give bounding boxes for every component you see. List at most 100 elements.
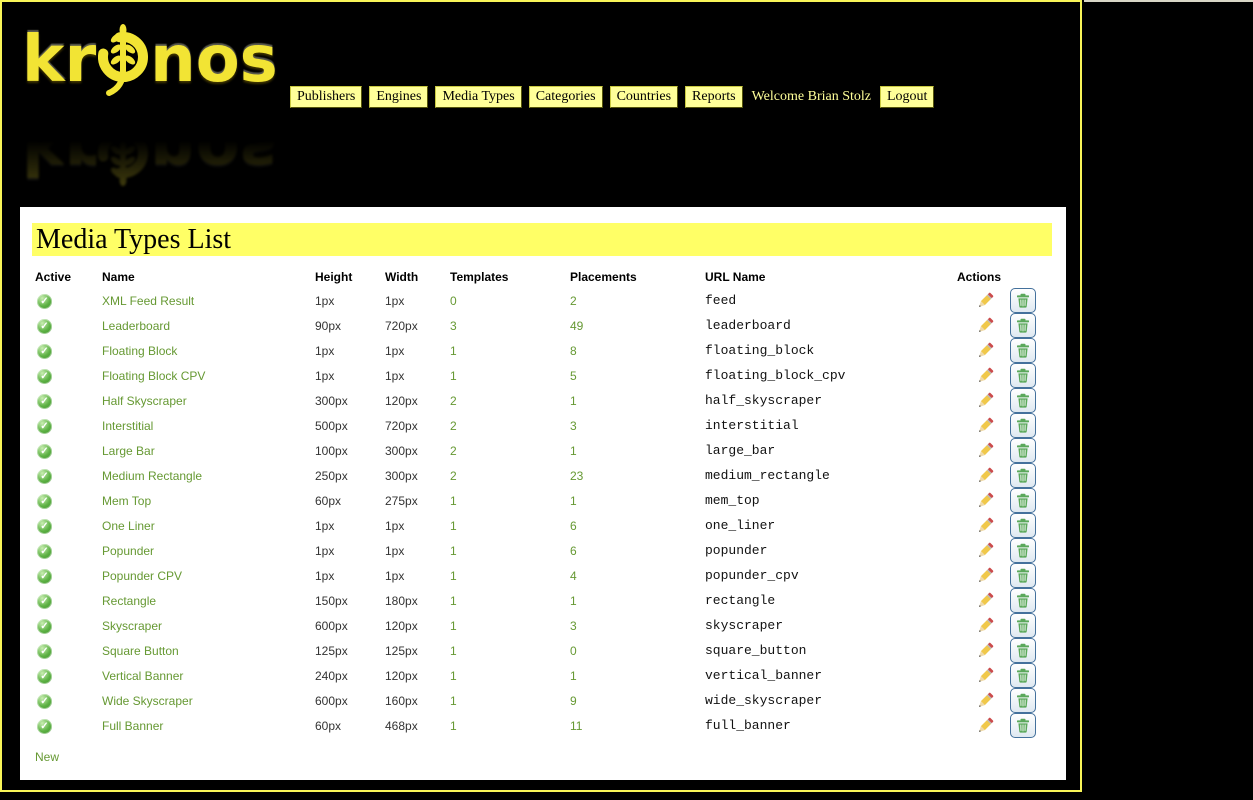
media-type-name-link[interactable]: Half Skyscraper bbox=[102, 394, 187, 408]
templates-count-link[interactable]: 1 bbox=[450, 694, 457, 708]
delete-trash-button[interactable] bbox=[1010, 463, 1036, 488]
edit-pencil-icon[interactable] bbox=[975, 366, 995, 386]
placements-count-link[interactable]: 6 bbox=[570, 544, 577, 558]
templates-count-link[interactable]: 1 bbox=[450, 494, 457, 508]
edit-pencil-icon[interactable] bbox=[975, 616, 995, 636]
placements-count-link[interactable]: 4 bbox=[570, 569, 577, 583]
edit-pencil-icon[interactable] bbox=[975, 416, 995, 436]
placements-count-link[interactable]: 1 bbox=[570, 669, 577, 683]
media-type-name-link[interactable]: Mem Top bbox=[102, 494, 151, 508]
placements-count-link[interactable]: 5 bbox=[570, 369, 577, 383]
placements-count-link[interactable]: 23 bbox=[570, 469, 583, 483]
delete-trash-button[interactable] bbox=[1010, 663, 1036, 688]
templates-count-link[interactable]: 1 bbox=[450, 594, 457, 608]
media-type-name-link[interactable]: Square Button bbox=[102, 644, 179, 658]
delete-trash-button[interactable] bbox=[1010, 438, 1036, 463]
delete-trash-button[interactable] bbox=[1010, 713, 1036, 738]
placements-count-link[interactable]: 49 bbox=[570, 319, 583, 333]
edit-pencil-icon[interactable] bbox=[975, 316, 995, 336]
media-type-name-link[interactable]: Full Banner bbox=[102, 719, 163, 733]
placements-count-link[interactable]: 3 bbox=[570, 619, 577, 633]
media-type-name-link[interactable]: Leaderboard bbox=[102, 319, 170, 333]
delete-trash-button[interactable] bbox=[1010, 288, 1036, 313]
placements-count-link[interactable]: 8 bbox=[570, 344, 577, 358]
delete-trash-button[interactable] bbox=[1010, 413, 1036, 438]
templates-count-link[interactable]: 1 bbox=[450, 719, 457, 733]
media-type-name-link[interactable]: Popunder bbox=[102, 544, 154, 558]
nav-button-media-types[interactable]: Media Types bbox=[435, 86, 522, 108]
delete-trash-button[interactable] bbox=[1010, 638, 1036, 663]
edit-pencil-icon[interactable] bbox=[975, 566, 995, 586]
templates-count-link[interactable]: 1 bbox=[450, 544, 457, 558]
edit-pencil-icon[interactable] bbox=[975, 391, 995, 411]
placements-count-link[interactable]: 11 bbox=[570, 719, 582, 733]
edit-pencil-icon[interactable] bbox=[975, 691, 995, 711]
templates-count-link[interactable]: 0 bbox=[450, 294, 457, 308]
url-name-value: interstitial bbox=[705, 418, 799, 433]
kronos-logo[interactable]: kr nos kr nos bbox=[22, 12, 278, 198]
placements-count-link[interactable]: 6 bbox=[570, 519, 577, 533]
nav-button-categories[interactable]: Categories bbox=[528, 86, 603, 108]
templates-count-link[interactable]: 1 bbox=[450, 669, 457, 683]
templates-count-link[interactable]: 1 bbox=[450, 569, 457, 583]
nav-button-publishers[interactable]: Publishers bbox=[290, 86, 363, 108]
placements-count-link[interactable]: 9 bbox=[570, 694, 577, 708]
media-type-name-link[interactable]: Interstitial bbox=[102, 419, 153, 433]
delete-trash-button[interactable] bbox=[1010, 338, 1036, 363]
media-type-name-link[interactable]: Floating Block CPV bbox=[102, 369, 205, 383]
edit-pencil-icon[interactable] bbox=[975, 441, 995, 461]
edit-pencil-icon[interactable] bbox=[975, 716, 995, 736]
media-type-name-link[interactable]: Rectangle bbox=[102, 594, 156, 608]
templates-count-link[interactable]: 1 bbox=[450, 519, 457, 533]
templates-count-link[interactable]: 1 bbox=[450, 644, 457, 658]
placements-count-link[interactable]: 1 bbox=[570, 594, 577, 608]
media-type-name-link[interactable]: Floating Block bbox=[102, 344, 177, 358]
edit-pencil-icon[interactable] bbox=[975, 341, 995, 361]
edit-pencil-icon[interactable] bbox=[975, 541, 995, 561]
edit-pencil-icon[interactable] bbox=[975, 466, 995, 486]
edit-pencil-icon[interactable] bbox=[975, 516, 995, 536]
templates-count-link[interactable]: 1 bbox=[450, 619, 457, 633]
templates-count-link[interactable]: 2 bbox=[450, 419, 457, 433]
media-type-name-link[interactable]: XML Feed Result bbox=[102, 294, 194, 308]
delete-trash-button[interactable] bbox=[1010, 613, 1036, 638]
delete-trash-button[interactable] bbox=[1010, 588, 1036, 613]
placements-count-link[interactable]: 1 bbox=[570, 394, 577, 408]
placements-count-link[interactable]: 3 bbox=[570, 419, 577, 433]
new-media-type-link[interactable]: New bbox=[35, 750, 59, 764]
templates-count-link[interactable]: 2 bbox=[450, 444, 457, 458]
media-type-name-link[interactable]: One Liner bbox=[102, 519, 155, 533]
edit-pencil-icon[interactable] bbox=[975, 591, 995, 611]
placements-count-link[interactable]: 1 bbox=[570, 494, 577, 508]
placements-count-link[interactable]: 0 bbox=[570, 644, 577, 658]
nav-button-countries[interactable]: Countries bbox=[609, 86, 679, 108]
media-type-name-link[interactable]: Skyscraper bbox=[102, 619, 162, 633]
media-type-name-link[interactable]: Popunder CPV bbox=[102, 569, 182, 583]
media-type-name-link[interactable]: Large Bar bbox=[102, 444, 155, 458]
templates-count-link[interactable]: 3 bbox=[450, 319, 457, 333]
templates-count-link[interactable]: 1 bbox=[450, 344, 457, 358]
templates-count-link[interactable]: 1 bbox=[450, 369, 457, 383]
nav-button-engines[interactable]: Engines bbox=[369, 86, 429, 108]
placements-count-link[interactable]: 2 bbox=[570, 294, 577, 308]
placements-count-link[interactable]: 1 bbox=[570, 444, 577, 458]
delete-trash-button[interactable] bbox=[1010, 688, 1036, 713]
media-type-name-link[interactable]: Medium Rectangle bbox=[102, 469, 202, 483]
delete-trash-button[interactable] bbox=[1010, 388, 1036, 413]
edit-pencil-icon[interactable] bbox=[975, 666, 995, 686]
edit-pencil-icon[interactable] bbox=[975, 641, 995, 661]
templates-count-link[interactable]: 2 bbox=[450, 469, 457, 483]
delete-trash-button[interactable] bbox=[1010, 538, 1036, 563]
templates-count-link[interactable]: 2 bbox=[450, 394, 457, 408]
delete-trash-button[interactable] bbox=[1010, 313, 1036, 338]
edit-pencil-icon[interactable] bbox=[975, 291, 995, 311]
delete-trash-button[interactable] bbox=[1010, 488, 1036, 513]
edit-pencil-icon[interactable] bbox=[975, 491, 995, 511]
delete-trash-button[interactable] bbox=[1010, 513, 1036, 538]
delete-trash-button[interactable] bbox=[1010, 363, 1036, 388]
nav-button-reports[interactable]: Reports bbox=[685, 86, 743, 108]
media-type-name-link[interactable]: Vertical Banner bbox=[102, 669, 183, 683]
media-type-name-link[interactable]: Wide Skyscraper bbox=[102, 694, 193, 708]
delete-trash-button[interactable] bbox=[1010, 563, 1036, 588]
logout-button[interactable]: Logout bbox=[880, 86, 935, 108]
